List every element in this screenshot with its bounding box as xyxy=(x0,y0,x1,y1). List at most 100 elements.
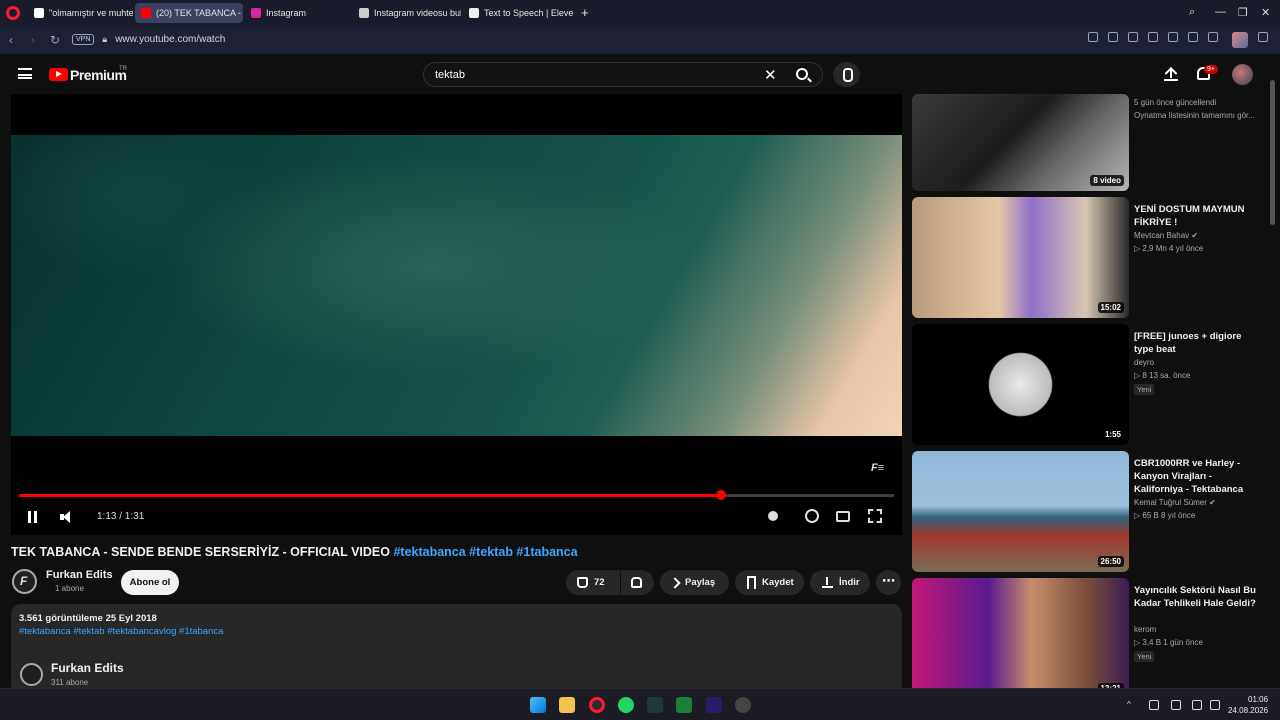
send-icon[interactable] xyxy=(1148,32,1158,42)
autoplay-toggle-icon[interactable] xyxy=(768,511,778,521)
account-avatar[interactable] xyxy=(1232,64,1253,85)
shield-icon[interactable] xyxy=(1128,32,1138,42)
recommended-video-title[interactable]: YENİ DOSTUM MAYMUN FİKRİYE ! xyxy=(1134,203,1262,229)
settings-gear-icon[interactable] xyxy=(805,509,819,523)
terminal-app-icon[interactable] xyxy=(647,697,663,713)
video-title-tags[interactable]: #tektabanca #tektab #1tabanca xyxy=(393,545,577,559)
like-count: 72 xyxy=(594,577,605,588)
edit-icon[interactable] xyxy=(1088,32,1098,42)
premiere-pro-icon[interactable] xyxy=(706,697,722,713)
view-count-and-date: 3.561 görüntüleme 25 Eyl 2018 xyxy=(19,613,157,624)
recommended-video-title[interactable]: [FREE] junoes + digiore type beat xyxy=(1134,330,1262,356)
extensions-icon[interactable] xyxy=(1258,32,1268,42)
voice-search-icon[interactable] xyxy=(833,62,860,87)
forward-icon[interactable]: › xyxy=(22,33,44,47)
description-channel-subs: 311 abone xyxy=(51,678,89,687)
tab-label: "olmamıştır ve muhtemelen xyxy=(49,7,133,18)
opera-gx-icon[interactable] xyxy=(735,697,751,713)
url-field[interactable]: www.youtube.com/watch xyxy=(115,34,225,45)
search-box[interactable]: tektab ✕ xyxy=(423,62,823,87)
new-tab-button[interactable]: + xyxy=(575,3,595,23)
recommended-video-title[interactable]: Yayıncılık Sektörü Nasıl Bu Kadar Tehlik… xyxy=(1134,584,1262,610)
search-input[interactable]: tektab xyxy=(435,69,465,81)
camera-icon[interactable] xyxy=(1108,32,1118,42)
recommended-video-channel[interactable]: Kemal Tuğrul Sümer ✔ xyxy=(1134,498,1216,507)
like-button[interactable]: 72 xyxy=(566,570,620,595)
minimize-icon[interactable]: — xyxy=(1215,6,1226,18)
youtube-logo-icon[interactable] xyxy=(49,68,68,81)
video-thumbnail[interactable]: 8 video xyxy=(912,94,1129,191)
search-tabs-icon[interactable]: ⌕ xyxy=(1189,6,1195,19)
opera-logo-icon[interactable] xyxy=(6,5,20,20)
description-channel-avatar[interactable] xyxy=(20,663,43,686)
video-thumbnail[interactable]: 15:02 xyxy=(912,197,1129,318)
tray-overflow-icon[interactable]: ^ xyxy=(1127,700,1137,710)
clear-search-icon[interactable]: ✕ xyxy=(764,66,777,84)
recommended-video[interactable]: 15:02 YENİ DOSTUM MAYMUN FİKRİYE ! Mevtcan… xyxy=(912,197,1262,318)
progress-fill xyxy=(19,494,721,497)
video-thumbnail[interactable]: 26:50 xyxy=(912,451,1129,572)
file-explorer-icon[interactable] xyxy=(559,697,575,713)
download-button[interactable]: İndir xyxy=(810,570,870,595)
whatsapp-icon[interactable] xyxy=(618,697,634,713)
recommended-video-channel[interactable]: 5 gün önce güncellendi xyxy=(1134,98,1216,107)
page-scrollbar[interactable] xyxy=(1270,80,1275,225)
speaker-icon[interactable] xyxy=(1210,700,1220,710)
maximize-icon[interactable]: ❐ xyxy=(1238,6,1248,19)
recommended-video-channel[interactable]: kerom xyxy=(1134,625,1156,634)
recommended-video-channel[interactable]: deyro xyxy=(1134,358,1154,367)
menu-icon[interactable] xyxy=(1208,32,1218,42)
wifi-icon[interactable] xyxy=(1192,700,1202,710)
download-icon[interactable] xyxy=(1188,32,1198,42)
browser-tab[interactable]: Instagram xyxy=(245,3,351,23)
video-title-text: TEK TABANCA - SENDE BENDE SERSERİYİZ - O… xyxy=(11,545,390,559)
media-app-icon[interactable] xyxy=(676,697,692,713)
recommended-video[interactable]: 1:55 [FREE] junoes + digiore type beat dey… xyxy=(912,324,1262,445)
description-box[interactable]: 3.561 görüntüleme 25 Eyl 2018 #tektabanc… xyxy=(11,604,902,694)
recommended-video[interactable]: 13:21Yayıncılık Sektörü Nasıl Bu Kadar T… xyxy=(912,578,1262,699)
progress-bar[interactable] xyxy=(19,490,894,500)
vpn-badge[interactable]: VPN xyxy=(72,34,95,45)
browser-tab[interactable]: Instagram videosu bulma xyxy=(353,3,461,23)
network-app-icon[interactable] xyxy=(1149,700,1159,710)
browser-tab[interactable]: "olmamıştır ve muhtemelen xyxy=(28,3,133,23)
microphone-tray-icon[interactable] xyxy=(1171,700,1181,710)
video-thumbnail[interactable]: 1:55 xyxy=(912,324,1129,445)
search-icon[interactable] xyxy=(796,68,808,80)
hamburger-menu-icon[interactable] xyxy=(18,68,32,79)
more-actions-button[interactable]: ⋯ xyxy=(876,570,901,595)
volume-icon[interactable] xyxy=(60,511,74,523)
recommended-video-title[interactable]: CBR1000RR ve Harley - Kanyon Virajları -… xyxy=(1134,457,1262,496)
reload-icon[interactable]: ↻ xyxy=(44,33,66,47)
heart-icon[interactable] xyxy=(1168,32,1178,42)
video-player[interactable]: F≡ 1:13 / 1:31 xyxy=(11,94,902,535)
save-button[interactable]: Kaydet xyxy=(735,570,804,595)
windows-start-icon[interactable] xyxy=(530,697,546,713)
recommended-video-channel[interactable]: Mevtcan Bahav ✔ xyxy=(1134,231,1198,240)
progress-scrubber[interactable] xyxy=(716,490,726,500)
close-window-icon[interactable]: ✕ xyxy=(1261,6,1270,19)
description-hashtags[interactable]: #tektabanca #tektab #tektabancavlog #1ta… xyxy=(19,626,223,637)
youtube-premium-label[interactable]: Premium xyxy=(70,67,127,83)
back-icon[interactable]: ‹ xyxy=(0,33,22,47)
download-label: İndir xyxy=(839,577,860,588)
dislike-button[interactable] xyxy=(621,570,654,595)
description-channel-name[interactable]: Furkan Edits xyxy=(51,661,124,675)
channel-name[interactable]: Furkan Edits xyxy=(46,569,113,581)
theater-mode-icon[interactable] xyxy=(836,511,850,522)
opera-browser-icon[interactable] xyxy=(589,697,605,713)
share-button[interactable]: Paylaş xyxy=(660,570,729,595)
browser-tab[interactable]: (20) TEK TABANCA - S xyxy=(135,2,243,23)
address-bar-icons xyxy=(1088,32,1268,48)
profile-avatar[interactable] xyxy=(1232,32,1248,48)
channel-avatar[interactable] xyxy=(12,569,37,594)
recommended-video[interactable]: 26:50 CBR1000RR ve Harley - Kanyon Virajl… xyxy=(912,451,1262,572)
fullscreen-icon[interactable] xyxy=(868,509,882,523)
pause-icon[interactable] xyxy=(28,511,37,523)
subscribe-button[interactable]: Abone ol xyxy=(121,570,179,595)
browser-tab[interactable]: Text to Speech | ElevenLab xyxy=(463,3,573,23)
upload-icon[interactable] xyxy=(1164,67,1178,81)
video-frame[interactable] xyxy=(11,135,902,436)
system-clock[interactable]: 01:06 24.08.2026 xyxy=(1228,694,1268,716)
video-thumbnail[interactable]: 13:21 xyxy=(912,578,1129,699)
